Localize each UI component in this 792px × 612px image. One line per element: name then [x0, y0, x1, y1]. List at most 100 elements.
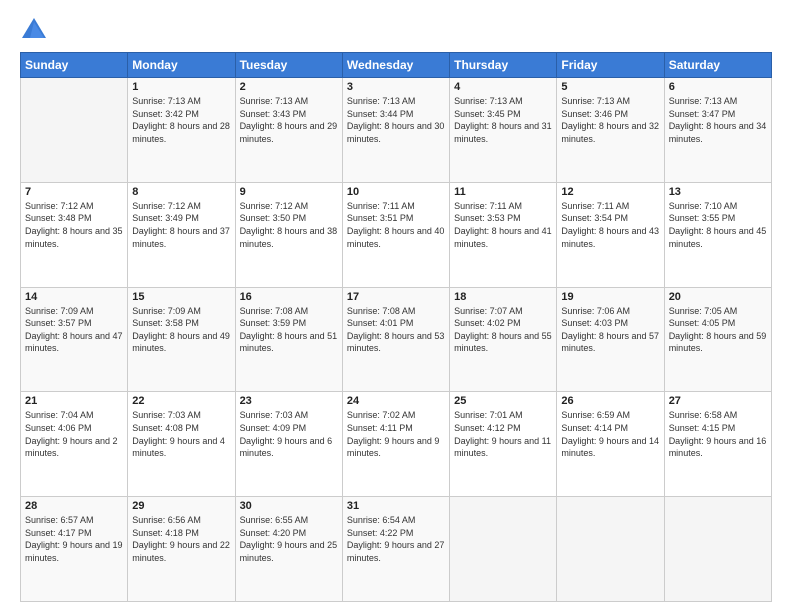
day-cell: 11 Sunrise: 7:11 AM Sunset: 3:53 PM Dayli…: [450, 182, 557, 287]
day-number: 20: [669, 291, 767, 303]
logo-icon: [20, 16, 48, 44]
day-number: 18: [454, 291, 552, 303]
day-cell: 2Sunrise: 7:13 AM Sunset: 3:43 PM Daylig…: [235, 78, 342, 183]
day-info: Sunrise: 7:13 AM Sunset: 3:44 PM Dayligh…: [347, 95, 445, 145]
weekday-header-wednesday: Wednesday: [342, 53, 449, 78]
day-cell: 20 Sunrise: 7:05 AM Sunset: 4:05 PM Dayli…: [664, 287, 771, 392]
day-info: Sunrise: 7:05 AM Sunset: 4:05 PM Dayligh…: [669, 305, 767, 355]
day-number: 27: [669, 395, 767, 407]
day-number: 31: [347, 500, 445, 512]
day-info: Sunrise: 6:56 AM Sunset: 4:18 PM Dayligh…: [132, 514, 230, 564]
day-cell: 13 Sunrise: 7:10 AM Sunset: 3:55 PM Dayli…: [664, 182, 771, 287]
week-row-3: 14 Sunrise: 7:09 AM Sunset: 3:57 PM Dayli…: [21, 287, 772, 392]
day-cell: 1Sunrise: 7:13 AM Sunset: 3:42 PM Daylig…: [128, 78, 235, 183]
day-cell: 29 Sunrise: 6:56 AM Sunset: 4:18 PM Dayli…: [128, 497, 235, 602]
day-info: Sunrise: 6:55 AM Sunset: 4:20 PM Dayligh…: [240, 514, 338, 564]
day-cell: 6Sunrise: 7:13 AM Sunset: 3:47 PM Daylig…: [664, 78, 771, 183]
day-info: Sunrise: 7:08 AM Sunset: 4:01 PM Dayligh…: [347, 305, 445, 355]
day-cell: 7 Sunrise: 7:12 AM Sunset: 3:48 PM Daylig…: [21, 182, 128, 287]
day-number: 19: [561, 291, 659, 303]
day-cell: 17 Sunrise: 7:08 AM Sunset: 4:01 PM Dayli…: [342, 287, 449, 392]
day-number: 24: [347, 395, 445, 407]
day-number: 13: [669, 186, 767, 198]
day-info: Sunrise: 7:13 AM Sunset: 3:46 PM Dayligh…: [561, 95, 659, 145]
day-info: Sunrise: 7:07 AM Sunset: 4:02 PM Dayligh…: [454, 305, 552, 355]
weekday-header-tuesday: Tuesday: [235, 53, 342, 78]
day-cell: 30Sunrise: 6:55 AM Sunset: 4:20 PM Dayli…: [235, 497, 342, 602]
page: SundayMondayTuesdayWednesdayThursdayFrid…: [0, 0, 792, 612]
day-info: Sunrise: 7:13 AM Sunset: 3:42 PM Dayligh…: [132, 95, 230, 145]
day-number: 5: [561, 81, 659, 93]
day-cell: 14 Sunrise: 7:09 AM Sunset: 3:57 PM Dayli…: [21, 287, 128, 392]
weekday-header-thursday: Thursday: [450, 53, 557, 78]
day-number: 14: [25, 291, 123, 303]
day-info: Sunrise: 7:06 AM Sunset: 4:03 PM Dayligh…: [561, 305, 659, 355]
day-cell: 9Sunrise: 7:12 AM Sunset: 3:50 PM Daylig…: [235, 182, 342, 287]
day-info: Sunrise: 7:04 AM Sunset: 4:06 PM Dayligh…: [25, 409, 123, 459]
day-cell: 16 Sunrise: 7:08 AM Sunset: 3:59 PM Dayli…: [235, 287, 342, 392]
day-info: Sunrise: 7:09 AM Sunset: 3:57 PM Dayligh…: [25, 305, 123, 355]
day-info: Sunrise: 7:12 AM Sunset: 3:49 PM Dayligh…: [132, 200, 230, 250]
day-info: Sunrise: 6:59 AM Sunset: 4:14 PM Dayligh…: [561, 409, 659, 459]
day-cell: 18 Sunrise: 7:07 AM Sunset: 4:02 PM Dayli…: [450, 287, 557, 392]
day-cell: [664, 497, 771, 602]
day-cell: [21, 78, 128, 183]
day-cell: 10 Sunrise: 7:11 AM Sunset: 3:51 PM Dayli…: [342, 182, 449, 287]
day-info: Sunrise: 7:13 AM Sunset: 3:47 PM Dayligh…: [669, 95, 767, 145]
day-number: 17: [347, 291, 445, 303]
day-number: 8: [132, 186, 230, 198]
day-number: 23: [240, 395, 338, 407]
day-cell: 25Sunrise: 7:01 AM Sunset: 4:12 PM Dayli…: [450, 392, 557, 497]
day-cell: 4 Sunrise: 7:13 AM Sunset: 3:45 PM Daylig…: [450, 78, 557, 183]
day-cell: 26Sunrise: 6:59 AM Sunset: 4:14 PM Dayli…: [557, 392, 664, 497]
day-number: 15: [132, 291, 230, 303]
week-row-5: 28Sunrise: 6:57 AM Sunset: 4:17 PM Dayli…: [21, 497, 772, 602]
day-cell: 3 Sunrise: 7:13 AM Sunset: 3:44 PM Daylig…: [342, 78, 449, 183]
day-cell: 12Sunrise: 7:11 AM Sunset: 3:54 PM Dayli…: [557, 182, 664, 287]
day-info: Sunrise: 7:02 AM Sunset: 4:11 PM Dayligh…: [347, 409, 445, 459]
day-number: 4: [454, 81, 552, 93]
day-info: Sunrise: 7:11 AM Sunset: 3:53 PM Dayligh…: [454, 200, 552, 250]
day-info: Sunrise: 7:10 AM Sunset: 3:55 PM Dayligh…: [669, 200, 767, 250]
day-cell: 15 Sunrise: 7:09 AM Sunset: 3:58 PM Dayli…: [128, 287, 235, 392]
day-info: Sunrise: 7:13 AM Sunset: 3:45 PM Dayligh…: [454, 95, 552, 145]
day-number: 7: [25, 186, 123, 198]
day-cell: 8 Sunrise: 7:12 AM Sunset: 3:49 PM Daylig…: [128, 182, 235, 287]
day-info: Sunrise: 7:03 AM Sunset: 4:09 PM Dayligh…: [240, 409, 338, 459]
day-number: 3: [347, 81, 445, 93]
weekday-header-saturday: Saturday: [664, 53, 771, 78]
day-cell: 24 Sunrise: 7:02 AM Sunset: 4:11 PM Dayli…: [342, 392, 449, 497]
day-cell: 28Sunrise: 6:57 AM Sunset: 4:17 PM Dayli…: [21, 497, 128, 602]
day-cell: 5 Sunrise: 7:13 AM Sunset: 3:46 PM Daylig…: [557, 78, 664, 183]
day-cell: 19 Sunrise: 7:06 AM Sunset: 4:03 PM Dayli…: [557, 287, 664, 392]
day-number: 22: [132, 395, 230, 407]
day-number: 12: [561, 186, 659, 198]
weekday-header-sunday: Sunday: [21, 53, 128, 78]
day-info: Sunrise: 7:08 AM Sunset: 3:59 PM Dayligh…: [240, 305, 338, 355]
week-row-1: 1Sunrise: 7:13 AM Sunset: 3:42 PM Daylig…: [21, 78, 772, 183]
weekday-header-row: SundayMondayTuesdayWednesdayThursdayFrid…: [21, 53, 772, 78]
day-number: 16: [240, 291, 338, 303]
day-info: Sunrise: 6:54 AM Sunset: 4:22 PM Dayligh…: [347, 514, 445, 564]
day-number: 28: [25, 500, 123, 512]
day-number: 29: [132, 500, 230, 512]
weekday-header-monday: Monday: [128, 53, 235, 78]
day-number: 2: [240, 81, 338, 93]
week-row-4: 21 Sunrise: 7:04 AM Sunset: 4:06 PM Dayli…: [21, 392, 772, 497]
day-cell: 31 Sunrise: 6:54 AM Sunset: 4:22 PM Dayli…: [342, 497, 449, 602]
day-cell: 22 Sunrise: 7:03 AM Sunset: 4:08 PM Dayli…: [128, 392, 235, 497]
day-number: 11: [454, 186, 552, 198]
week-row-2: 7 Sunrise: 7:12 AM Sunset: 3:48 PM Daylig…: [21, 182, 772, 287]
day-cell: 21 Sunrise: 7:04 AM Sunset: 4:06 PM Dayli…: [21, 392, 128, 497]
day-info: Sunrise: 7:11 AM Sunset: 3:51 PM Dayligh…: [347, 200, 445, 250]
day-info: Sunrise: 6:58 AM Sunset: 4:15 PM Dayligh…: [669, 409, 767, 459]
calendar: SundayMondayTuesdayWednesdayThursdayFrid…: [20, 52, 772, 602]
day-cell: [557, 497, 664, 602]
day-number: 21: [25, 395, 123, 407]
day-info: Sunrise: 7:03 AM Sunset: 4:08 PM Dayligh…: [132, 409, 230, 459]
day-info: Sunrise: 7:12 AM Sunset: 3:50 PM Dayligh…: [240, 200, 338, 250]
day-info: Sunrise: 7:12 AM Sunset: 3:48 PM Dayligh…: [25, 200, 123, 250]
day-info: Sunrise: 7:09 AM Sunset: 3:58 PM Dayligh…: [132, 305, 230, 355]
day-cell: [450, 497, 557, 602]
day-number: 10: [347, 186, 445, 198]
